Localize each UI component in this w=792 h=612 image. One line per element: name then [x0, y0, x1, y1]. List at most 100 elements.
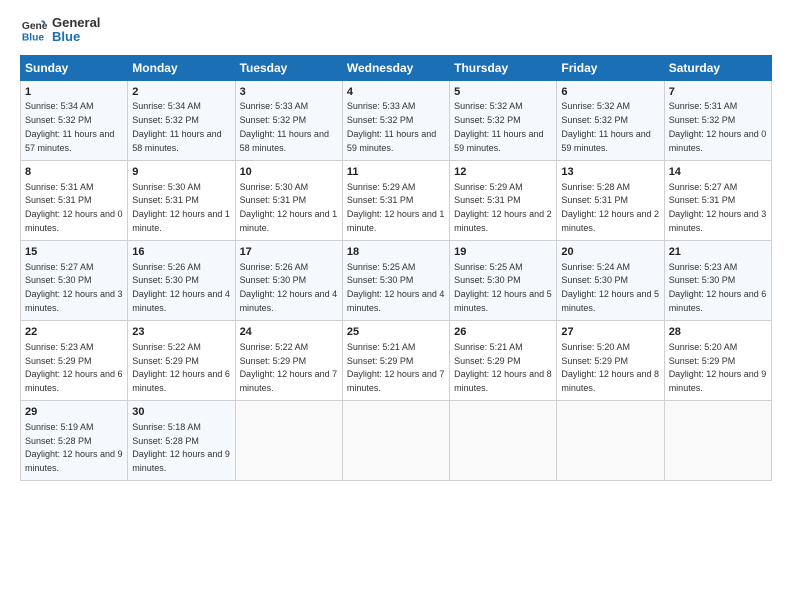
calendar-cell: 13Sunrise: 5:28 AMSunset: 5:31 PMDayligh…	[557, 160, 664, 240]
day-info: Sunrise: 5:25 AMSunset: 5:30 PMDaylight:…	[347, 262, 445, 313]
calendar-cell: 5Sunrise: 5:32 AMSunset: 5:32 PMDaylight…	[450, 80, 557, 160]
day-number: 24	[240, 325, 338, 340]
day-number: 19	[454, 245, 552, 260]
calendar-week-1: 1Sunrise: 5:34 AMSunset: 5:32 PMDaylight…	[21, 80, 772, 160]
day-info: Sunrise: 5:31 AMSunset: 5:32 PMDaylight:…	[669, 101, 767, 152]
logo: General Blue General Blue	[20, 16, 100, 45]
calendar-cell: 26 Sunrise: 5:21 AMSunset: 5:29 PMDayligh…	[450, 320, 557, 400]
day-number: 18	[347, 245, 445, 260]
calendar-cell: 4Sunrise: 5:33 AMSunset: 5:32 PMDaylight…	[342, 80, 449, 160]
calendar-header-row: SundayMondayTuesdayWednesdayThursdayFrid…	[21, 55, 772, 80]
calendar-cell: 28 Sunrise: 5:20 AMSunset: 5:29 PMDayligh…	[664, 320, 771, 400]
calendar-cell: 27 Sunrise: 5:20 AMSunset: 5:29 PMDayligh…	[557, 320, 664, 400]
logo-icon: General Blue	[20, 16, 48, 44]
day-info: Sunrise: 5:25 AMSunset: 5:30 PMDaylight:…	[454, 262, 552, 313]
calendar-cell	[557, 400, 664, 480]
day-info: Sunrise: 5:20 AMSunset: 5:29 PMDaylight:…	[669, 342, 767, 393]
day-header-saturday: Saturday	[664, 55, 771, 80]
day-number: 21	[669, 245, 767, 260]
day-number: 11	[347, 165, 445, 180]
day-number: 29	[25, 405, 123, 420]
calendar-week-5: 29Sunrise: 5:19 AMSunset: 5:28 PMDayligh…	[21, 400, 772, 480]
day-number: 3	[240, 85, 338, 100]
logo-line1: General	[52, 16, 100, 30]
calendar-cell: 18 Sunrise: 5:25 AMSunset: 5:30 PMDayligh…	[342, 240, 449, 320]
calendar-cell: 20 Sunrise: 5:24 AMSunset: 5:30 PMDayligh…	[557, 240, 664, 320]
day-number: 30	[132, 405, 230, 420]
day-info: Sunrise: 5:18 AMSunset: 5:28 PMDaylight:…	[132, 422, 230, 473]
day-info: Sunrise: 5:22 AMSunset: 5:29 PMDaylight:…	[132, 342, 230, 393]
day-number: 17	[240, 245, 338, 260]
header: General Blue General Blue	[20, 16, 772, 45]
day-number: 26	[454, 325, 552, 340]
day-info: Sunrise: 5:31 AMSunset: 5:31 PMDaylight:…	[25, 182, 123, 233]
day-header-friday: Friday	[557, 55, 664, 80]
day-number: 20	[561, 245, 659, 260]
calendar-cell: 25 Sunrise: 5:21 AMSunset: 5:29 PMDayligh…	[342, 320, 449, 400]
calendar-cell: 9 Sunrise: 5:30 AMSunset: 5:31 PMDaylight…	[128, 160, 235, 240]
calendar-cell: 14 Sunrise: 5:27 AMSunset: 5:31 PMDayligh…	[664, 160, 771, 240]
calendar-cell: 21 Sunrise: 5:23 AMSunset: 5:30 PMDayligh…	[664, 240, 771, 320]
day-info: Sunrise: 5:21 AMSunset: 5:29 PMDaylight:…	[454, 342, 552, 393]
day-info: Sunrise: 5:27 AMSunset: 5:31 PMDaylight:…	[669, 182, 767, 233]
calendar-cell	[450, 400, 557, 480]
day-number: 9	[132, 165, 230, 180]
calendar-cell	[342, 400, 449, 480]
calendar-cell: 16 Sunrise: 5:26 AMSunset: 5:30 PMDayligh…	[128, 240, 235, 320]
calendar-cell: 19 Sunrise: 5:25 AMSunset: 5:30 PMDayligh…	[450, 240, 557, 320]
day-number: 5	[454, 85, 552, 100]
day-info: Sunrise: 5:30 AMSunset: 5:31 PMDaylight:…	[240, 182, 338, 233]
day-number: 10	[240, 165, 338, 180]
calendar-cell: 10 Sunrise: 5:30 AMSunset: 5:31 PMDayligh…	[235, 160, 342, 240]
day-number: 2	[132, 85, 230, 100]
day-info: Sunrise: 5:30 AMSunset: 5:31 PMDaylight:…	[132, 182, 230, 233]
calendar-page: General Blue General Blue SundayMondayTu…	[0, 0, 792, 612]
calendar-week-2: 8 Sunrise: 5:31 AMSunset: 5:31 PMDaylight…	[21, 160, 772, 240]
day-info: Sunrise: 5:23 AMSunset: 5:30 PMDaylight:…	[669, 262, 767, 313]
day-number: 28	[669, 325, 767, 340]
svg-text:Blue: Blue	[22, 33, 45, 44]
calendar-cell: 17 Sunrise: 5:26 AMSunset: 5:30 PMDayligh…	[235, 240, 342, 320]
day-number: 25	[347, 325, 445, 340]
day-info: Sunrise: 5:21 AMSunset: 5:29 PMDaylight:…	[347, 342, 445, 393]
calendar-cell: 11Sunrise: 5:29 AMSunset: 5:31 PMDayligh…	[342, 160, 449, 240]
day-info: Sunrise: 5:24 AMSunset: 5:30 PMDaylight:…	[561, 262, 659, 313]
day-number: 4	[347, 85, 445, 100]
day-info: Sunrise: 5:34 AMSunset: 5:32 PMDaylight:…	[25, 101, 114, 152]
calendar-week-4: 22 Sunrise: 5:23 AMSunset: 5:29 PMDayligh…	[21, 320, 772, 400]
calendar-cell	[235, 400, 342, 480]
calendar-week-3: 15Sunrise: 5:27 AMSunset: 5:30 PMDayligh…	[21, 240, 772, 320]
day-number: 8	[25, 165, 123, 180]
calendar-cell: 3Sunrise: 5:33 AMSunset: 5:32 PMDaylight…	[235, 80, 342, 160]
calendar-cell: 1Sunrise: 5:34 AMSunset: 5:32 PMDaylight…	[21, 80, 128, 160]
calendar-cell: 2Sunrise: 5:34 AMSunset: 5:32 PMDaylight…	[128, 80, 235, 160]
calendar-cell: 15Sunrise: 5:27 AMSunset: 5:30 PMDayligh…	[21, 240, 128, 320]
day-number: 12	[454, 165, 552, 180]
calendar-cell	[664, 400, 771, 480]
day-number: 22	[25, 325, 123, 340]
day-number: 14	[669, 165, 767, 180]
day-number: 27	[561, 325, 659, 340]
day-header-sunday: Sunday	[21, 55, 128, 80]
day-info: Sunrise: 5:33 AMSunset: 5:32 PMDaylight:…	[347, 101, 436, 152]
day-number: 15	[25, 245, 123, 260]
calendar-cell: 8 Sunrise: 5:31 AMSunset: 5:31 PMDaylight…	[21, 160, 128, 240]
calendar-cell: 12Sunrise: 5:29 AMSunset: 5:31 PMDayligh…	[450, 160, 557, 240]
calendar-cell: 6Sunrise: 5:32 AMSunset: 5:32 PMDaylight…	[557, 80, 664, 160]
day-header-monday: Monday	[128, 55, 235, 80]
day-info: Sunrise: 5:26 AMSunset: 5:30 PMDaylight:…	[132, 262, 230, 313]
day-header-thursday: Thursday	[450, 55, 557, 80]
logo-line2: Blue	[52, 30, 100, 44]
calendar-table: SundayMondayTuesdayWednesdayThursdayFrid…	[20, 55, 772, 481]
day-info: Sunrise: 5:20 AMSunset: 5:29 PMDaylight:…	[561, 342, 659, 393]
day-number: 16	[132, 245, 230, 260]
calendar-cell: 29Sunrise: 5:19 AMSunset: 5:28 PMDayligh…	[21, 400, 128, 480]
calendar-cell: 23Sunrise: 5:22 AMSunset: 5:29 PMDayligh…	[128, 320, 235, 400]
day-header-tuesday: Tuesday	[235, 55, 342, 80]
day-number: 13	[561, 165, 659, 180]
day-info: Sunrise: 5:23 AMSunset: 5:29 PMDaylight:…	[25, 342, 123, 393]
day-info: Sunrise: 5:22 AMSunset: 5:29 PMDaylight:…	[240, 342, 338, 393]
day-info: Sunrise: 5:26 AMSunset: 5:30 PMDaylight:…	[240, 262, 338, 313]
calendar-cell: 7Sunrise: 5:31 AMSunset: 5:32 PMDaylight…	[664, 80, 771, 160]
calendar-cell: 22 Sunrise: 5:23 AMSunset: 5:29 PMDayligh…	[21, 320, 128, 400]
